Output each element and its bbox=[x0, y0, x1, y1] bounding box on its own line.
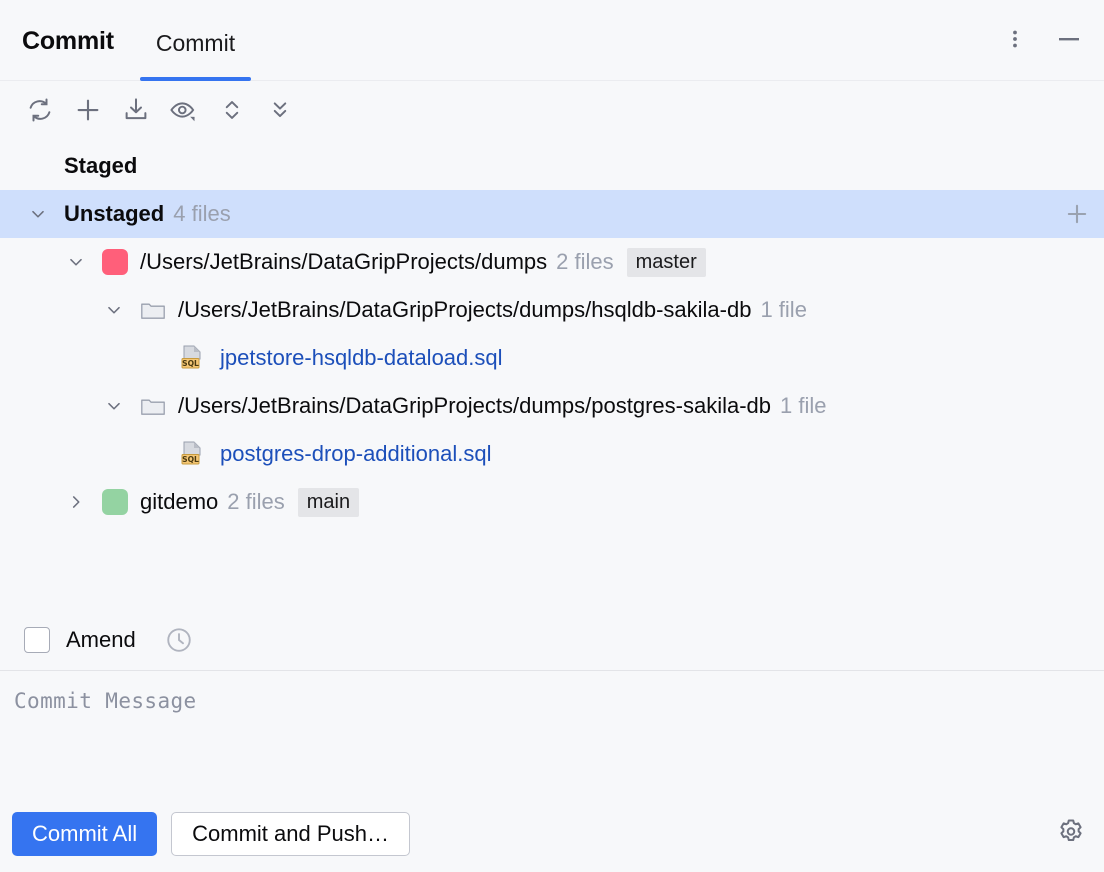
tree-row-file-count: 1 file bbox=[780, 393, 827, 418]
amend-label: Amend bbox=[66, 626, 136, 652]
tree-row-label: /Users/JetBrains/DataGripProjects/dumps/… bbox=[178, 297, 752, 322]
gear-icon[interactable] bbox=[1056, 817, 1086, 852]
folder-icon bbox=[140, 394, 166, 418]
tree-row-file-count: 2 files bbox=[227, 489, 285, 514]
repo-color-square bbox=[102, 249, 128, 275]
tree-row-unstaged[interactable]: Unstaged 4 files bbox=[0, 190, 1104, 238]
tree-row-label: gitdemo bbox=[140, 489, 219, 514]
tree-row-dir-postgres[interactable]: /Users/JetBrains/DataGripProjects/dumps/… bbox=[0, 382, 1104, 430]
tree-row-label: /Users/JetBrains/DataGripProjects/dumps/… bbox=[178, 393, 772, 418]
tree-row-file-count: 1 file bbox=[760, 297, 807, 322]
svg-text:SQL: SQL bbox=[182, 455, 199, 464]
changes-tree[interactable]: Staged Unstaged 4 files/Users/JetBrains/Da… bbox=[0, 139, 1104, 609]
svg-text:SQL: SQL bbox=[182, 359, 199, 368]
tree-row-file-count: 2 files bbox=[556, 249, 614, 274]
amend-checkbox[interactable] bbox=[24, 626, 50, 653]
page-title: Commit bbox=[22, 27, 114, 55]
tree-row-dir-hsqldb[interactable]: /Users/JetBrains/DataGripProjects/dumps/… bbox=[0, 286, 1104, 334]
clock-icon[interactable] bbox=[164, 625, 194, 655]
refresh-icon[interactable] bbox=[22, 92, 58, 128]
eye-icon[interactable] bbox=[166, 92, 202, 128]
chevron-down-icon[interactable] bbox=[100, 299, 128, 321]
tree-row-file-jpetstore[interactable]: SQL jpetstore-hsqldb-dataload.sql bbox=[0, 334, 1104, 382]
stash-icon[interactable] bbox=[118, 92, 154, 128]
tab-commit-label: Commit bbox=[155, 30, 236, 56]
more-vertical-icon[interactable] bbox=[998, 22, 1032, 56]
stage-plus-icon[interactable] bbox=[1060, 197, 1094, 231]
panel-header: Commit Commit bbox=[0, 0, 1104, 81]
tree-row-repo-gitdemo[interactable]: gitdemo 2 files main bbox=[0, 478, 1104, 526]
amend-bar: Amend bbox=[0, 609, 1104, 671]
tab-commit[interactable]: Commit bbox=[139, 30, 252, 81]
tree-row-file-count: 4 files bbox=[173, 201, 231, 226]
commit-panel: Commit Commit Staged Unstaged 4 files /U… bbox=[0, 0, 1104, 872]
chevron-down-icon[interactable] bbox=[62, 251, 90, 273]
minimize-icon[interactable] bbox=[1052, 22, 1086, 56]
commit-footer: Commit All Commit and Push… bbox=[0, 796, 1104, 872]
tree-row-repo-dumps[interactable]: /Users/JetBrains/DataGripProjects/dumps 2… bbox=[0, 238, 1104, 286]
tree-row-label: postgres-drop-additional.sql bbox=[220, 441, 492, 466]
commit-toolbar bbox=[0, 81, 1104, 139]
chevron-right-icon[interactable] bbox=[62, 491, 90, 513]
commit-message-placeholder: Commit Message bbox=[14, 689, 197, 713]
tree-row-staged[interactable]: Staged bbox=[0, 142, 1104, 190]
commit-all-button[interactable]: Commit All bbox=[12, 812, 158, 856]
tab-strip: Commit bbox=[139, 0, 252, 81]
repo-color-square bbox=[102, 489, 128, 515]
plus-icon[interactable] bbox=[70, 92, 106, 128]
branch-badge: master bbox=[626, 247, 706, 277]
commit-message-input[interactable]: Commit Message bbox=[0, 671, 1104, 796]
tree-row-label: Unstaged bbox=[64, 201, 165, 226]
branch-badge: main bbox=[297, 487, 360, 517]
folder-icon bbox=[140, 298, 166, 322]
expand-all-icon[interactable] bbox=[214, 92, 250, 128]
header-actions bbox=[998, 22, 1086, 56]
sql-file-icon: SQL bbox=[178, 343, 208, 373]
chevron-down-icon[interactable] bbox=[24, 203, 52, 225]
collapse-all-icon[interactable] bbox=[262, 92, 298, 128]
sql-file-icon: SQL bbox=[178, 439, 208, 469]
tree-row-label: /Users/JetBrains/DataGripProjects/dumps bbox=[140, 249, 548, 274]
tree-row-label: Staged bbox=[64, 153, 138, 178]
tree-row-file-postgres-drop[interactable]: SQL postgres-drop-additional.sql bbox=[0, 430, 1104, 478]
chevron-down-icon[interactable] bbox=[100, 395, 128, 417]
commit-and-push-button[interactable]: Commit and Push… bbox=[171, 812, 410, 856]
tree-row-label: jpetstore-hsqldb-dataload.sql bbox=[220, 345, 503, 370]
